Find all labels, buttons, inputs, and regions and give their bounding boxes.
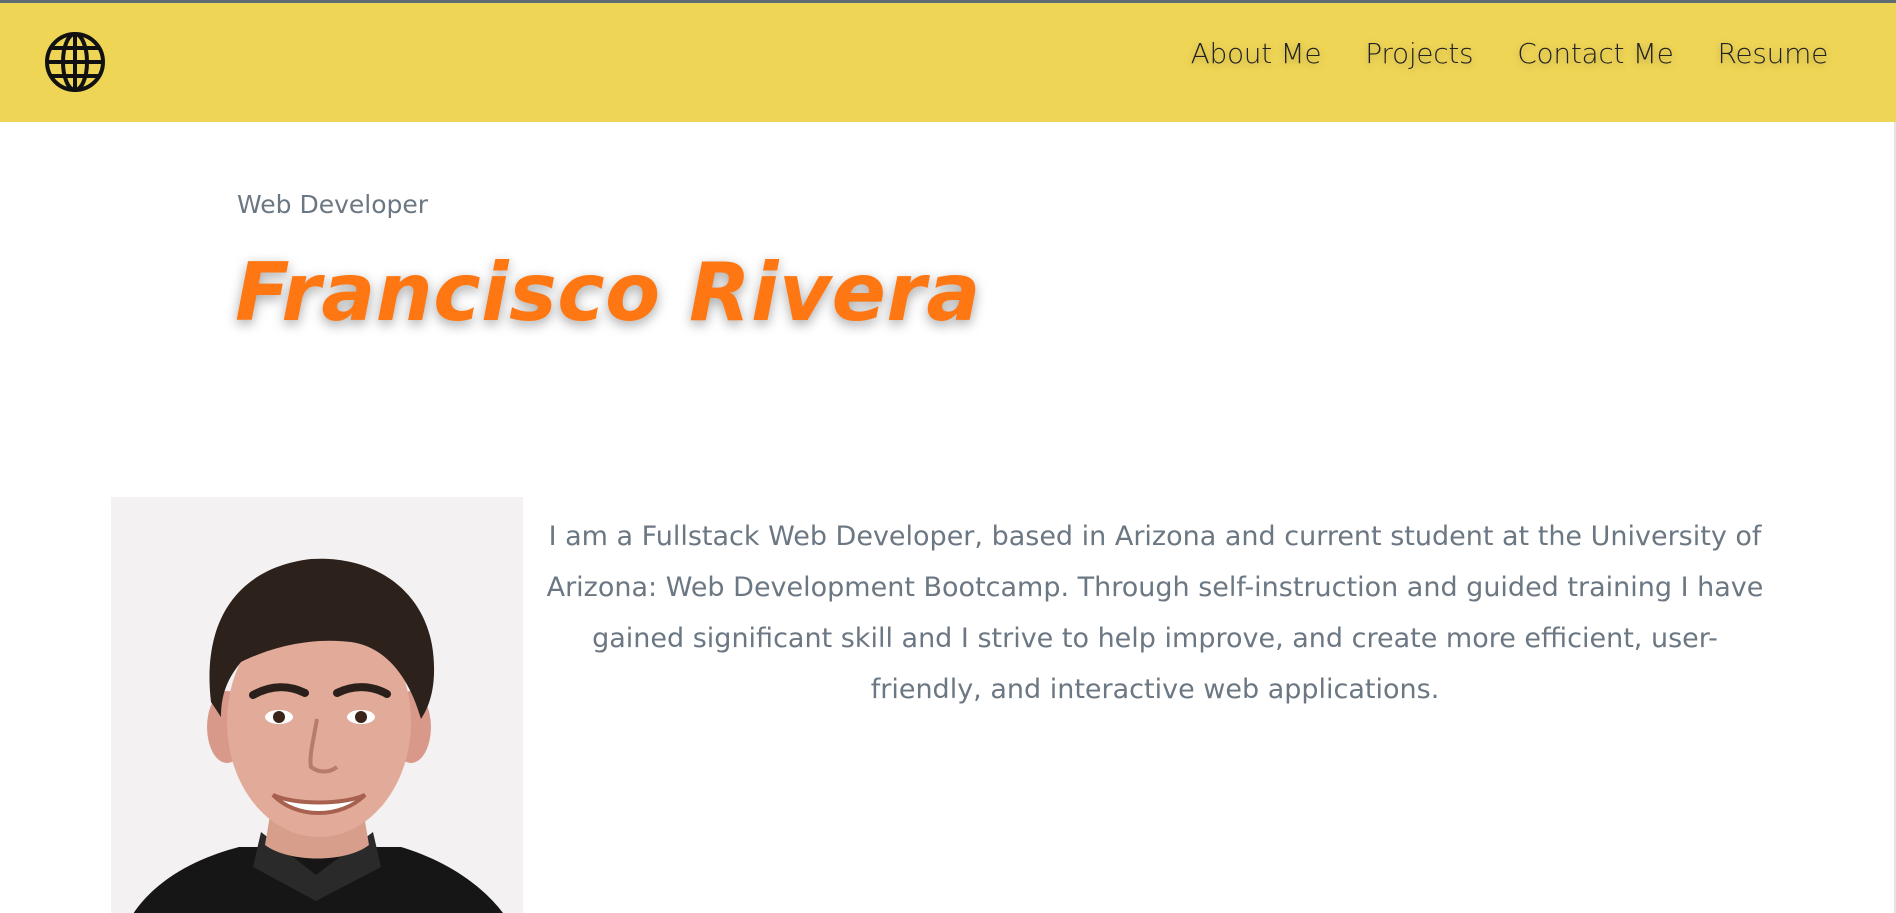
nav-link-contact-me[interactable]: Contact Me [1517, 37, 1674, 70]
navbar: About Me Projects Contact Me Resume [0, 3, 1896, 122]
hero-subtitle: Web Developer [237, 190, 429, 219]
page: About Me Projects Contact Me Resume Web … [0, 0, 1896, 913]
globe-icon[interactable] [43, 30, 107, 94]
hero-name: Francisco Rivera [235, 246, 981, 339]
profile-photo [111, 497, 523, 913]
nav-link-resume[interactable]: Resume [1718, 37, 1829, 70]
main-nav: About Me Projects Contact Me Resume [1191, 3, 1829, 103]
bio-text: I am a Fullstack Web Developer, based in… [546, 521, 1764, 705]
nav-link-projects[interactable]: Projects [1365, 37, 1473, 70]
nav-link-about-me[interactable]: About Me [1191, 37, 1322, 70]
